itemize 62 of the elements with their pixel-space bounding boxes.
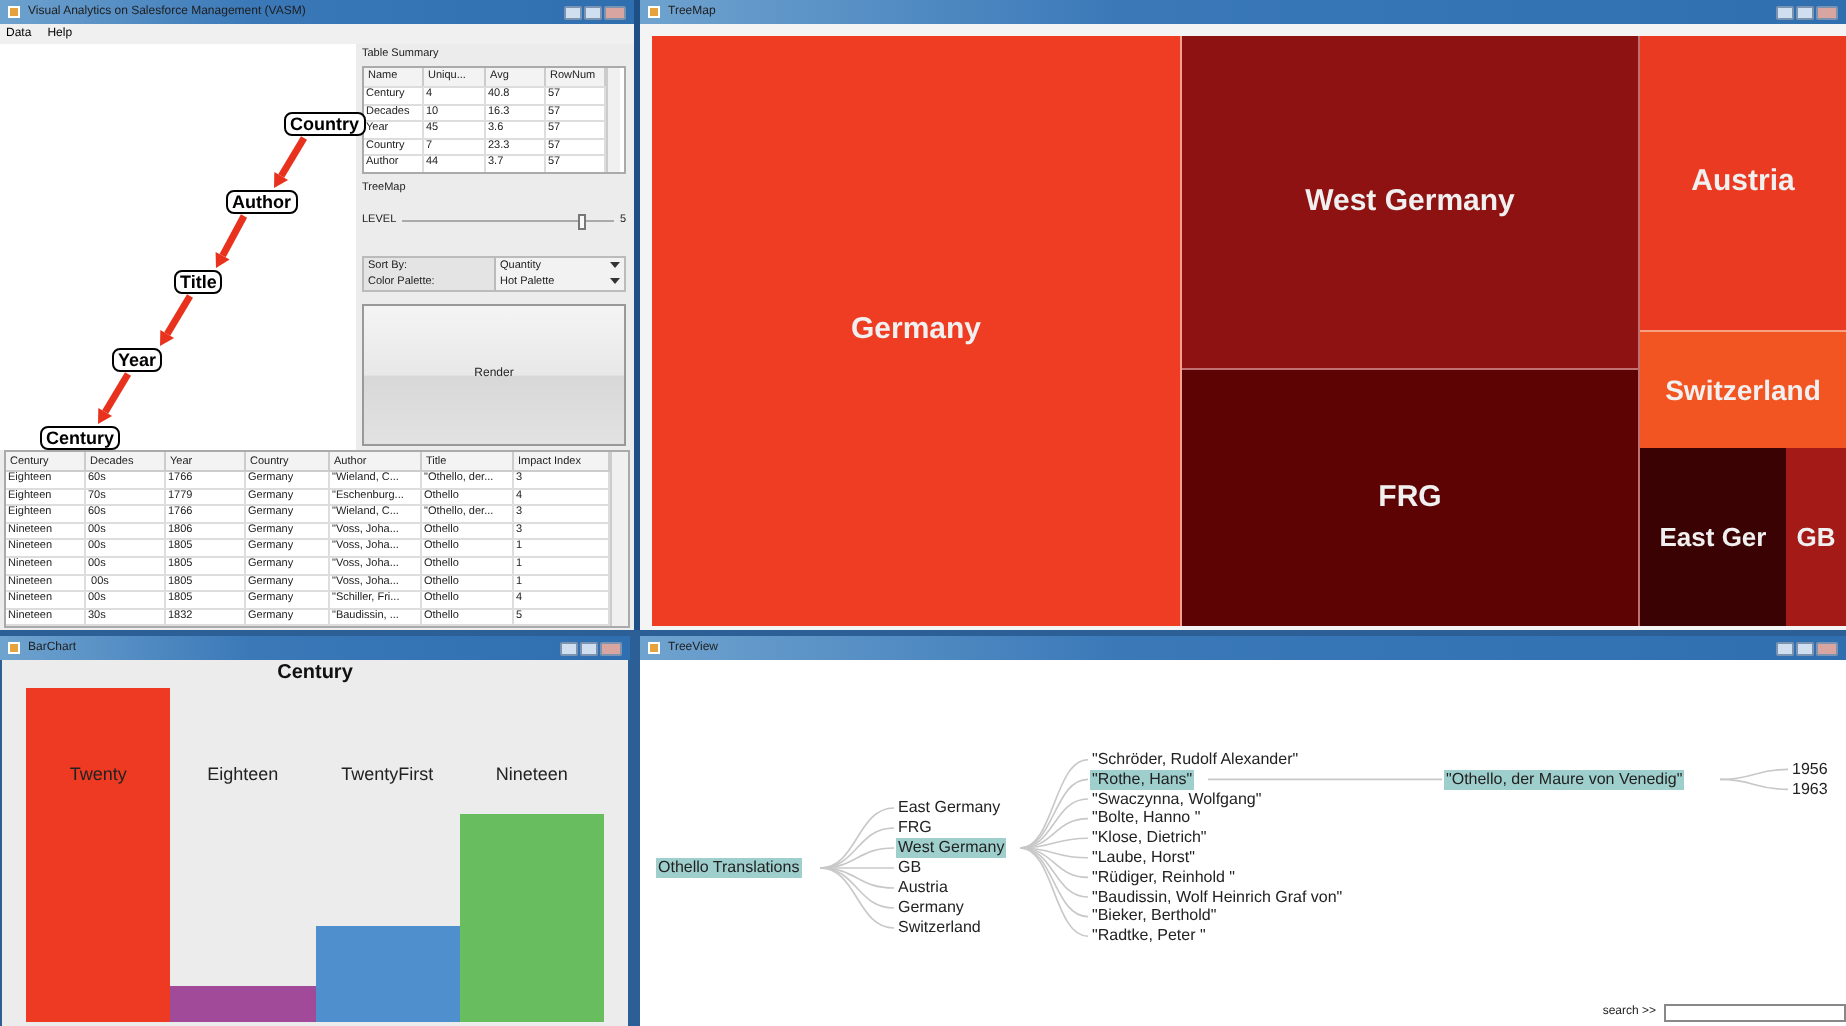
graph-node[interactable]: Year (112, 348, 163, 372)
tree-node[interactable]: "Rothe, Hans" (1090, 769, 1195, 790)
bar[interactable] (170, 985, 315, 1022)
minimize-button[interactable] (1776, 5, 1794, 19)
bar-label: TwentyFirst (339, 762, 436, 788)
tree-node[interactable]: "Othello, der Maure von Venedig" (1444, 769, 1685, 790)
tree-node[interactable]: Austria (896, 878, 950, 898)
bar-label: Nineteen (493, 762, 570, 788)
minimize-button[interactable] (560, 641, 578, 655)
slider-thumb[interactable] (578, 213, 587, 229)
tree-node[interactable]: Germany (896, 898, 966, 918)
tree-node[interactable]: "Swaczynna, Wolfgang" (1090, 789, 1264, 809)
treemap-cell[interactable]: East Ger (1640, 448, 1786, 626)
minimize-button[interactable] (564, 5, 582, 19)
tree-node[interactable]: Othello Translations (656, 858, 802, 878)
tree-node[interactable]: "Laube, Horst" (1090, 847, 1197, 868)
arrow (274, 136, 307, 188)
tree-node[interactable]: "Klose, Dietrich" (1090, 828, 1209, 849)
maximize-button[interactable] (580, 641, 598, 655)
app-icon (8, 642, 20, 654)
close-button[interactable] (600, 641, 622, 655)
arrow (215, 214, 248, 268)
close-button[interactable] (1816, 641, 1838, 655)
maximize-button[interactable] (584, 5, 602, 19)
bar-label: Eighteen (205, 762, 281, 788)
tree-node[interactable]: 1956 (1790, 759, 1830, 780)
maximize-button[interactable] (1796, 641, 1814, 655)
tree-node[interactable]: East Germany (896, 798, 1003, 818)
treemap-cell[interactable]: Austria (1640, 36, 1846, 330)
maximize-button[interactable] (1796, 5, 1814, 19)
app-icon (648, 642, 660, 654)
tree-node[interactable]: "Bieker, Berthold" (1090, 906, 1219, 927)
treemap-cell[interactable]: West Germany (1182, 36, 1638, 370)
tree-node[interactable]: "Bolte, Hanno " (1090, 808, 1203, 829)
app-icon (8, 6, 20, 18)
treemap-cell[interactable]: GB (1786, 448, 1846, 626)
graph-node[interactable]: Country (284, 112, 365, 136)
level-slider[interactable] (402, 213, 614, 229)
arrow (98, 372, 131, 424)
close-button[interactable] (1816, 5, 1838, 19)
tree-node[interactable]: FRG (896, 818, 934, 838)
scrollbar[interactable] (610, 452, 628, 627)
tree-node[interactable]: "Rüdiger, Reinhold " (1090, 867, 1237, 888)
minimize-button[interactable] (1776, 641, 1794, 655)
app-icon (648, 6, 660, 18)
tree-node[interactable]: West Germany (896, 838, 1007, 858)
graph-node[interactable]: Century (40, 426, 121, 450)
close-button[interactable] (604, 5, 626, 19)
tree-node[interactable]: "Radtke, Peter " (1090, 926, 1208, 947)
treemap-cell[interactable]: FRG (1182, 370, 1638, 626)
scrollbar[interactable] (606, 68, 620, 171)
tree-node[interactable]: 1963 (1790, 779, 1830, 800)
graph-node[interactable]: Title (174, 270, 223, 294)
tree-node[interactable]: GB (896, 858, 924, 878)
search-field[interactable] (1664, 1004, 1846, 1022)
tree-node[interactable]: "Baudissin, Wolf Heinrich Graf von" (1090, 887, 1345, 907)
chart-title: Century (277, 660, 353, 688)
bar-label: Twenty (67, 762, 129, 788)
tree-node[interactable]: "Schröder, Rudolf Alexander" (1090, 749, 1301, 770)
arrow (160, 294, 193, 346)
graph-node[interactable]: Author (226, 190, 297, 214)
tree-node[interactable]: Switzerland (896, 918, 983, 938)
